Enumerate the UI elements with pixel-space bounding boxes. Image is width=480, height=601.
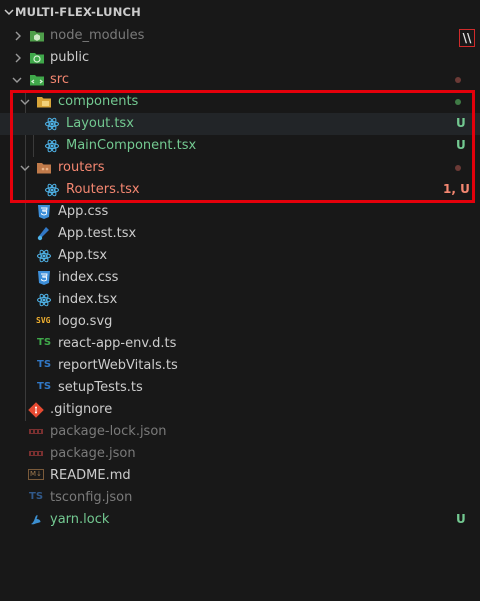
tree-item-yarn-lock[interactable]: yarn.lock U — [0, 509, 480, 531]
project-title: MULTI-FLEX-LUNCH — [15, 5, 141, 19]
tree-item-layout-tsx[interactable]: Layout.tsx U — [0, 113, 480, 135]
public-folder-icon — [30, 53, 44, 64]
tree-item-app-css[interactable]: App.css — [0, 201, 480, 223]
tree-item-public[interactable]: public — [0, 47, 480, 69]
routers-folder-icon — [37, 163, 51, 174]
tree-item-label: reportWebVitals.ts — [58, 358, 178, 373]
react-icon — [37, 249, 51, 263]
typescript-icon: TS — [37, 381, 52, 392]
components-folder-icon — [37, 97, 51, 108]
yarn-icon — [31, 515, 41, 525]
react-icon — [45, 183, 59, 197]
tree-item-label: routers — [58, 160, 105, 175]
git-status-badge: U — [456, 116, 466, 130]
node-folder-icon — [30, 31, 44, 42]
tree-item-label: node_modules — [50, 28, 145, 43]
typescript-icon: TS — [37, 359, 52, 370]
git-status-badge: U — [456, 138, 466, 152]
npm-icon — [29, 429, 43, 434]
status-dot — [455, 99, 461, 105]
tree-item-components[interactable]: components — [0, 91, 480, 113]
tree-item-logo-svg[interactable]: SVG logo.svg — [0, 311, 480, 333]
tree-item-label: package.json — [50, 446, 136, 461]
git-status-badge: 1, U — [443, 182, 470, 196]
react-icon — [45, 117, 59, 131]
chevron-right-icon[interactable] — [12, 52, 24, 64]
tree-item-routers-tsx[interactable]: Routers.tsx 1, U — [0, 179, 480, 201]
tree-item-label: package-lock.json — [50, 424, 167, 439]
git-icon — [28, 402, 44, 418]
react-icon — [37, 293, 51, 307]
tree-item-src[interactable]: src — [0, 69, 480, 91]
tree-item-label: index.tsx — [58, 292, 118, 307]
tree-item-package-lock[interactable]: package-lock.json — [0, 421, 480, 443]
tree-item-routers[interactable]: routers — [0, 157, 480, 179]
chevron-down-icon[interactable] — [19, 162, 31, 174]
npm-icon — [29, 451, 43, 456]
tsconfig-icon: TS — [29, 491, 44, 502]
tree-item-react-app-env[interactable]: TS react-app-env.d.ts — [0, 333, 480, 355]
src-folder-icon — [30, 75, 44, 86]
tree-item-label: src — [50, 72, 69, 87]
tree-item-index-tsx[interactable]: index.tsx — [0, 289, 480, 311]
tree-item-report-web-vitals[interactable]: TS reportWebVitals.ts — [0, 355, 480, 377]
tree-item-label: README.md — [50, 468, 131, 483]
tree-item-maincomponent-tsx[interactable]: MainComponent.tsx U — [0, 135, 480, 157]
markdown-icon: M↓ — [28, 469, 44, 480]
tree-item-readme[interactable]: M↓ README.md — [0, 465, 480, 487]
tree-item-label: Layout.tsx — [66, 116, 134, 131]
chevron-down-icon[interactable] — [19, 96, 31, 108]
status-dot — [455, 77, 461, 83]
tree-item-label: MainComponent.tsx — [66, 138, 197, 153]
tree-item-node-modules[interactable]: node_modules — [0, 25, 480, 47]
chevron-down-icon[interactable] — [11, 74, 23, 86]
chevron-right-icon[interactable] — [12, 30, 24, 42]
ts-definition-icon: TS — [37, 337, 52, 348]
css-icon — [38, 271, 50, 285]
tree-item-gitignore[interactable]: .gitignore — [0, 399, 480, 421]
tree-item-app-test-tsx[interactable]: App.test.tsx — [0, 223, 480, 245]
tree-item-label: .gitignore — [50, 402, 113, 417]
test-flask-icon — [37, 227, 49, 241]
tree-item-index-css[interactable]: index.css — [0, 267, 480, 289]
chevron-down-icon[interactable] — [2, 5, 16, 19]
tree-item-label: tsconfig.json — [50, 490, 133, 505]
css-icon — [38, 205, 50, 219]
tree-item-label: App.css — [58, 204, 109, 219]
tree-item-label: Routers.tsx — [66, 182, 140, 197]
status-dot — [455, 165, 461, 171]
tree-item-label: App.tsx — [58, 248, 108, 263]
tree-item-label: logo.svg — [58, 314, 113, 329]
tree-item-label: App.test.tsx — [58, 226, 137, 241]
tree-item-package-json[interactable]: package.json — [0, 443, 480, 465]
tree-item-label: index.css — [58, 270, 119, 285]
svg-file-icon: SVG — [36, 316, 51, 325]
git-status-badge: U — [456, 512, 466, 526]
tree-item-tsconfig[interactable]: TS tsconfig.json — [0, 487, 480, 509]
tree-item-label: public — [50, 50, 90, 65]
tree-item-setup-tests[interactable]: TS setupTests.ts — [0, 377, 480, 399]
tree-item-label: yarn.lock — [50, 512, 110, 527]
explorer-header[interactable]: MULTI-FLEX-LUNCH — [0, 0, 480, 26]
tree-item-label: components — [58, 94, 139, 109]
tree-item-label: react-app-env.d.ts — [58, 336, 177, 351]
tree-item-label: setupTests.ts — [58, 380, 143, 395]
tree-item-app-tsx[interactable]: App.tsx — [0, 245, 480, 267]
react-icon — [45, 139, 59, 153]
